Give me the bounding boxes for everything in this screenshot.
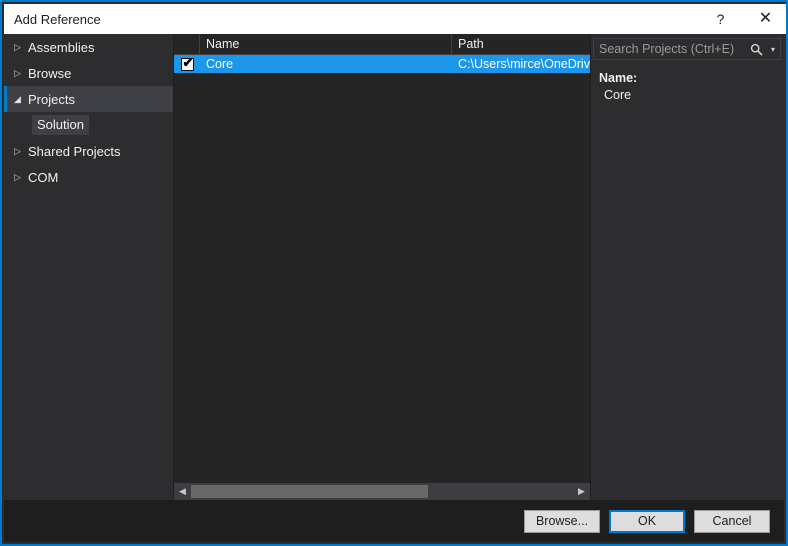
sidebar-item-shared-projects[interactable]: ▷ Shared Projects — [4, 138, 173, 164]
scroll-left-arrow-icon[interactable]: ◀ — [174, 483, 191, 500]
details-name-label: Name: — [599, 71, 638, 85]
help-icon: ? — [716, 11, 725, 27]
sidebar-item-label: COM — [28, 169, 59, 185]
check-icon: ✔ — [182, 55, 194, 70]
row-name: Core — [206, 57, 234, 71]
titlebar: Add Reference ? ✕ — [4, 4, 786, 34]
sidebar-item-label: Projects — [28, 91, 75, 107]
sidebar-item-label: Assemblies — [28, 39, 95, 55]
table-row[interactable]: ✔ Core C:\Users\mirce\OneDrive — [174, 55, 590, 73]
search-box[interactable]: Search Projects (Ctrl+E) ▾ — [593, 38, 781, 60]
row-path: C:\Users\mirce\OneDrive — [458, 57, 590, 71]
row-checkbox[interactable]: ✔ — [180, 55, 194, 71]
add-reference-dialog: Add Reference ? ✕ ▷ Assemblies ▷ Browse … — [0, 0, 788, 546]
scroll-right-arrow-icon[interactable]: ▶ — [573, 483, 590, 500]
sidebar-item-projects[interactable]: ◢ Projects — [4, 86, 173, 112]
chevron-down-icon[interactable]: ◢ — [14, 94, 28, 104]
category-tree: ▷ Assemblies ▷ Browse ◢ Projects Solutio… — [4, 34, 173, 500]
dialog-title: Add Reference — [14, 11, 101, 27]
ok-button[interactable]: OK — [609, 509, 685, 533]
browse-button[interactable]: Browse... — [524, 509, 600, 533]
column-header-check[interactable] — [174, 34, 200, 54]
close-button[interactable]: ✕ — [743, 4, 786, 34]
scrollbar-track[interactable] — [191, 483, 573, 500]
sidebar-item-label: Shared Projects — [28, 143, 121, 159]
search-input[interactable]: Search Projects (Ctrl+E) — [594, 42, 746, 56]
dialog-button-bar: Browse... OK Cancel — [4, 500, 784, 542]
scrollbar-thumb[interactable] — [191, 485, 428, 498]
cancel-button[interactable]: Cancel — [694, 509, 770, 533]
sidebar-item-solution[interactable]: Solution — [4, 112, 173, 138]
help-button[interactable]: ? — [698, 4, 743, 34]
chevron-right-icon[interactable]: ▷ — [14, 146, 28, 156]
sidebar-item-browse[interactable]: ▷ Browse — [4, 60, 173, 86]
chevron-right-icon[interactable]: ▷ — [14, 172, 28, 182]
sidebar-item-assemblies[interactable]: ▷ Assemblies — [4, 34, 173, 60]
sidebar-item-label: Solution — [32, 115, 89, 135]
list-rows: ✔ Core C:\Users\mirce\OneDrive — [174, 55, 590, 483]
chevron-down-icon[interactable]: ▾ — [766, 45, 780, 54]
horizontal-scrollbar[interactable]: ◀ ▶ — [174, 483, 590, 500]
list-header: Name Path — [174, 34, 590, 55]
sidebar-item-label: Browse — [28, 65, 72, 81]
details-name-value: Core — [604, 88, 632, 102]
reference-list-panel: Name Path ✔ Core C:\Users\mirce\OneDrive… — [174, 34, 590, 500]
sidebar-item-com[interactable]: ▷ COM — [4, 164, 173, 190]
chevron-right-icon[interactable]: ▷ — [14, 42, 28, 52]
column-header-path[interactable]: Path — [452, 34, 590, 54]
search-icon[interactable] — [746, 43, 766, 56]
row-checkbox-cell[interactable]: ✔ — [174, 55, 200, 73]
selected-item-details: Name: Core — [599, 70, 778, 104]
details-panel: Search Projects (Ctrl+E) ▾ Name: Core — [591, 34, 784, 500]
chevron-right-icon[interactable]: ▷ — [14, 68, 28, 78]
close-icon: ✕ — [758, 10, 773, 27]
column-header-name[interactable]: Name — [200, 34, 452, 54]
